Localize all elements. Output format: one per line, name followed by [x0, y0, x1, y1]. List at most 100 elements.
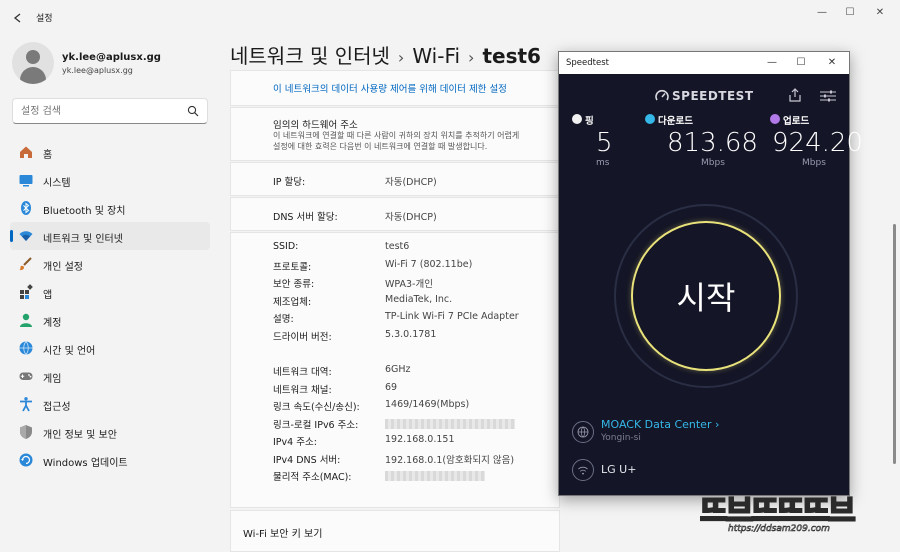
ip-assignment-label: IP 할당:: [273, 177, 306, 188]
prop-label: SSID:: [273, 241, 299, 252]
breadcrumb-separator: ›: [468, 48, 475, 67]
sidebar-item-label: 개인 설정: [43, 262, 83, 273]
prop-label: 드라이버 버전:: [273, 332, 332, 343]
watermark: 뜨브뜨뜨뜨브 https://ddsam209.com: [699, 486, 890, 546]
profile-name: yk.lee@aplusx.gg: [62, 52, 161, 63]
upload-unit: Mbps: [802, 158, 826, 168]
sidebar-item-bluetooth[interactable]: Bluetooth 및 장치: [10, 194, 210, 222]
speedtest-logo-text: SPEEDTEST: [672, 89, 754, 103]
breadcrumb-wifi[interactable]: Wi-Fi: [412, 44, 460, 68]
search-box[interactable]: [12, 98, 208, 124]
minimize-button[interactable]: —: [808, 6, 836, 20]
close-button[interactable]: ✕: [866, 6, 894, 20]
ip-assignment-card: IP 할당: 자동(DHCP): [230, 162, 560, 196]
ping-unit: ms: [596, 158, 610, 168]
prop-label: IPv4 주소:: [273, 437, 317, 448]
watermark-url: https://ddsam209.com: [728, 524, 831, 535]
sidebar-item-label: 시스템: [43, 178, 71, 189]
breadcrumb: 네트워크 및 인터넷 › Wi-Fi › test6: [230, 40, 541, 69]
speedtest-maximize-button[interactable]: ☐: [794, 56, 808, 70]
prop-label: 물리적 주소(MAC):: [273, 472, 352, 483]
sidebar-item-home[interactable]: 홈: [10, 138, 210, 166]
sidebar-item-personalization[interactable]: 개인 설정: [10, 250, 210, 278]
server-name-link[interactable]: MOACK Data Center ›: [601, 418, 719, 431]
server-name: MOACK Data Center: [601, 418, 712, 431]
user-profile[interactable]: yk.lee@aplusx.gg yk.lee@aplusx.gg: [12, 42, 212, 86]
dns-assignment-value: 자동(DHCP): [385, 212, 437, 223]
redacted-ipv6: [385, 419, 515, 429]
dns-assignment-label: DNS 서버 할당:: [273, 212, 338, 223]
sidebar-item-privacy[interactable]: 개인 정보 및 보안: [10, 418, 210, 446]
speedtest-window: Speedtest — ☐ ✕ SPEEDTEST 핑 5 ms 다운로드 81…: [558, 51, 863, 496]
download-unit: Mbps: [701, 158, 725, 168]
prop-label: 링크-로컬 IPv6 주소:: [273, 420, 359, 431]
speedtest-logo: SPEEDTEST: [655, 88, 755, 104]
isp-name: LG U+: [601, 463, 637, 476]
metered-card: 이 네트워크의 데이터 사용량 제어를 위해 데이터 제한 설정: [230, 70, 560, 106]
search-icon[interactable]: [187, 105, 199, 117]
prop-value: 6GHz: [385, 364, 411, 375]
prop-value: MediaTek, Inc.: [385, 294, 453, 305]
go-button-ring: 시작: [614, 204, 798, 388]
prop-value: WPA3-개인: [385, 279, 433, 290]
sidebar-item-label: 네트워크 및 인터넷: [43, 234, 123, 245]
speedtest-minimize-button[interactable]: —: [765, 56, 779, 70]
shield-icon: [20, 425, 32, 439]
network-icon: [19, 231, 33, 241]
settings-sliders-icon[interactable]: [819, 88, 837, 104]
back-icon[interactable]: [12, 12, 24, 24]
prop-label: 링크 속도(수신/송신):: [273, 402, 360, 413]
accessibility-icon: [20, 397, 32, 412]
sidebar-item-windows-update[interactable]: Windows 업데이트: [10, 446, 210, 474]
sidebar-item-network[interactable]: 네트워크 및 인터넷: [10, 222, 210, 250]
profile-email: yk.lee@aplusx.gg: [62, 66, 133, 75]
sidebar-item-time-language[interactable]: 시간 및 언어: [10, 334, 210, 362]
speedtest-close-button[interactable]: ✕: [825, 56, 839, 70]
sidebar-item-label: 홈: [43, 150, 53, 161]
sidebar-item-system[interactable]: 시스템: [10, 166, 210, 194]
sidebar-item-label: 계정: [43, 318, 62, 329]
breadcrumb-separator: ›: [397, 48, 405, 67]
upload-title: 업로드: [783, 116, 810, 127]
sidebar-item-accessibility[interactable]: 접근성: [10, 390, 210, 418]
maximize-button[interactable]: ☐: [836, 6, 864, 20]
bluetooth-icon: [21, 201, 31, 215]
prop-value: Wi-Fi 7 (802.11be): [385, 259, 473, 270]
prop-value: 192.168.0.151: [385, 434, 455, 445]
title-bar: 설정 — ☐ ✕: [0, 0, 900, 34]
account-icon: [20, 313, 32, 327]
sidebar-item-label: 개인 정보 및 보안: [43, 430, 117, 441]
sidebar-item-label: Bluetooth 및 장치: [43, 206, 126, 217]
globe-server-icon: [572, 421, 594, 443]
prop-value: 69: [385, 382, 398, 393]
prop-label: 보안 종류:: [273, 279, 315, 290]
ping-value: 5: [596, 128, 613, 158]
random-mac-card: 임의의 하드웨어 주소 이 네트워크에 연결할 때 다른 사람이 귀하의 장치 …: [230, 107, 560, 161]
data-limit-link[interactable]: 이 네트워크의 데이터 사용량 제어를 위해 데이터 제한 설정: [273, 81, 507, 95]
go-button[interactable]: 시작: [631, 221, 781, 371]
breadcrumb-network[interactable]: 네트워크 및 인터넷: [230, 40, 390, 69]
random-mac-desc-1: 이 네트워크에 연결할 때 다른 사람이 귀하의 장치 위치를 추적하기 어렵게: [273, 131, 520, 140]
share-icon[interactable]: [787, 87, 803, 103]
search-input[interactable]: [21, 104, 181, 118]
go-button-label: 시작: [676, 279, 736, 317]
random-mac-title: 임의의 하드웨어 주소: [273, 120, 358, 131]
sidebar-item-accounts[interactable]: 계정: [10, 306, 210, 334]
ip-assignment-value: 자동(DHCP): [385, 177, 437, 188]
ping-icon: [572, 114, 582, 124]
main-content: 이 네트워크의 데이터 사용량 제어를 위해 데이터 제한 설정 임의의 하드웨…: [230, 70, 560, 552]
update-icon: [19, 453, 33, 467]
sidebar-item-label: 앱: [43, 290, 53, 301]
prop-label: 설명:: [273, 314, 294, 325]
prop-label: IPv4 DNS 서버:: [273, 455, 341, 466]
speedtest-titlebar: Speedtest — ☐ ✕: [559, 52, 849, 74]
scrollbar[interactable]: [893, 224, 896, 464]
sidebar-nav: 홈 시스템 Bluetooth 및 장치 네트워크 및 인터넷 개인 설정 앱 …: [10, 138, 210, 474]
sidebar-item-gaming[interactable]: 게임: [10, 362, 210, 390]
wifi-isp-icon: [572, 459, 594, 481]
download-icon: [645, 114, 655, 124]
chevron-right-icon: ›: [714, 418, 720, 431]
window-title: 설정: [36, 14, 53, 24]
sidebar-item-apps[interactable]: 앱: [10, 278, 210, 306]
prop-value: 5.3.0.1781: [385, 329, 437, 340]
